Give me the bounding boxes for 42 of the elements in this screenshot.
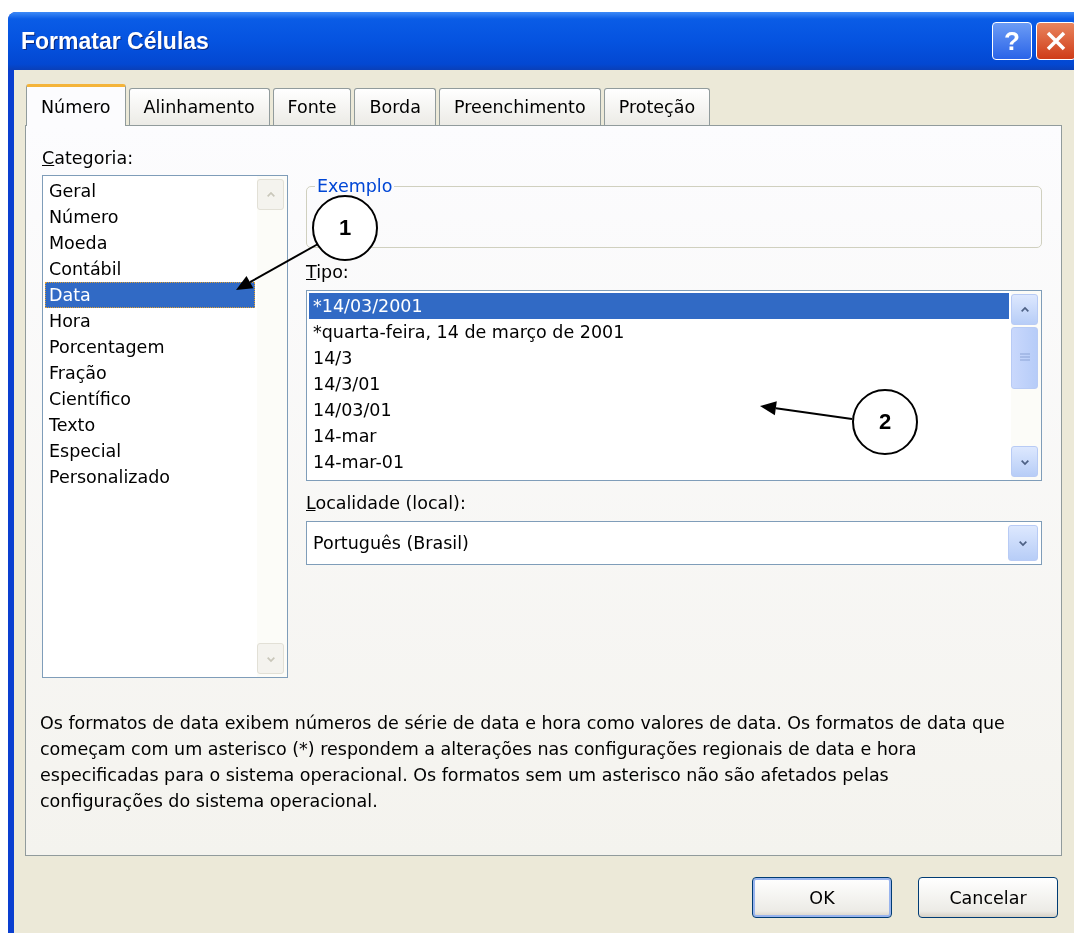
locale-dropdown[interactable]: Português (Brasil) (306, 521, 1042, 565)
list-item[interactable]: Personalizado (45, 464, 170, 490)
scroll-down-button[interactable] (1011, 446, 1038, 477)
list-item[interactable]: Geral (45, 178, 97, 204)
scroll-down-button[interactable] (257, 643, 284, 674)
list-item[interactable]: Texto (45, 412, 96, 438)
scroll-up-button[interactable] (1011, 294, 1038, 325)
list-item[interactable]: Número (45, 204, 119, 230)
group-label: Exemplo (316, 176, 394, 196)
list-item[interactable]: Hora (45, 308, 91, 334)
dropdown-button[interactable] (1008, 525, 1038, 561)
list-item[interactable]: Fração (45, 360, 107, 386)
list-item[interactable]: *quarta-feira, 14 de março de 2001 (309, 319, 625, 345)
ok-button[interactable]: OK (752, 877, 892, 918)
list-item[interactable]: *14/03/2001 (309, 293, 1009, 319)
close-button[interactable] (1036, 22, 1074, 60)
list-item[interactable]: Contábil (45, 256, 122, 282)
list-item[interactable]: Data (45, 282, 255, 308)
tab[interactable]: Proteção (603, 88, 711, 125)
tab[interactable]: Número (26, 84, 126, 126)
tab[interactable]: Fonte (272, 88, 352, 125)
list-item[interactable]: Especial (45, 438, 122, 464)
window-title: Formatar Células (21, 27, 210, 55)
tab[interactable]: Alinhamento (128, 88, 270, 125)
list-item[interactable]: 14-mar (309, 423, 377, 449)
list-item[interactable]: 14/3 (309, 345, 353, 371)
list-item[interactable]: Científico (45, 386, 131, 412)
list-item[interactable]: 14/03/01 (309, 397, 392, 423)
tab[interactable]: Preenchimento (438, 88, 601, 125)
list-item[interactable]: Porcentagem (45, 334, 165, 360)
category-label: Categoria: (42, 148, 135, 169)
locale-label: Localidade (local): (306, 493, 467, 514)
tab[interactable]: Borda (354, 88, 436, 125)
description-text: Os formatos de data exibem números de série de data e hora como valores de data. Os formatos de data que começam com um asterisco (*) respondem a alterações nas configurações regionais de data e hora especificadas para o sistema operacional. Os formatos sem um asterisco não são afetados pelas configurações do sistema operacional. (40, 712, 1006, 813)
scrollbar-thumb[interactable] (1011, 327, 1038, 389)
list-item[interactable]: 14-mar-01 (309, 449, 404, 475)
list-item[interactable]: Moeda (45, 230, 108, 256)
list-item[interactable]: 14/3/01 (309, 371, 381, 397)
type-label: Tipo: (306, 262, 350, 283)
cancel-button[interactable]: Cancelar (918, 877, 1058, 918)
close-icon (1044, 29, 1068, 53)
scroll-up-button[interactable] (257, 179, 284, 210)
